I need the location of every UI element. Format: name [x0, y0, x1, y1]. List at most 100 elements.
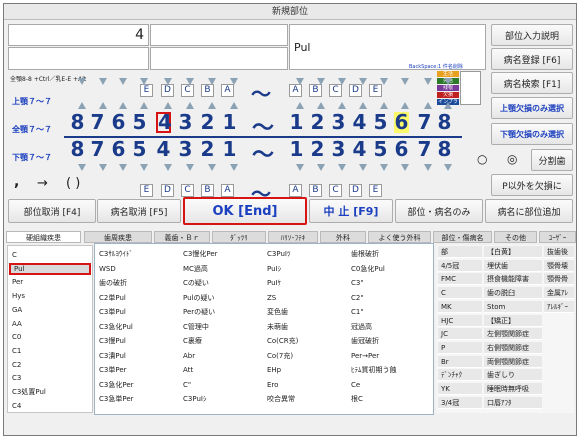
baby-lower-right-A[interactable]: A [221, 184, 234, 197]
right_col3-item[interactable]: ｱﾚﾙｷﾞｰ [544, 300, 574, 313]
grid-cell[interactable]: C" [183, 380, 191, 391]
baby-upper-right-C[interactable]: C [181, 84, 194, 97]
right_col2-item[interactable]: Stom [484, 300, 542, 313]
right_col2-item[interactable]: 【矯正】 [484, 314, 542, 327]
grid-cell[interactable]: 冠過高 [351, 322, 372, 333]
grid-cell[interactable]: EHp [267, 365, 281, 376]
tab-9[interactable]: ﾕｰｻﾞｰ [539, 231, 576, 243]
grid-cell[interactable]: Att [183, 365, 193, 376]
right_col3-item[interactable]: 金属ｱﾚ [544, 287, 574, 300]
perm-lower-left-2[interactable]: 2 [310, 139, 325, 160]
baby-lower-right-E[interactable]: E [140, 184, 153, 197]
right_col1-item[interactable]: 4/5冠 [438, 259, 482, 272]
list-item[interactable]: AA [9, 318, 91, 330]
list-item[interactable]: C1 [9, 345, 91, 357]
grid-cell[interactable]: Perの疑い [183, 307, 215, 318]
grid-cell[interactable]: C3慢化Per [183, 249, 218, 260]
perm-lower-right-2[interactable]: 2 [200, 139, 215, 160]
grid-cell[interactable]: ﾋﾃﾑ質初期う蝕 [351, 365, 397, 376]
right_col1-item[interactable]: HJC [438, 314, 482, 327]
right_col2-item[interactable]: 両側顎関節症 [484, 355, 542, 368]
grid-cell[interactable]: C3PuIｼ [183, 394, 206, 405]
list-item[interactable]: C [9, 249, 91, 261]
perm-lower-left-7[interactable]: 7 [417, 139, 432, 160]
grid-cell[interactable]: WSD [99, 264, 116, 275]
grid-cell[interactable]: C3ｻﾙﾖｳｲﾄﾞ [99, 249, 133, 260]
tab-4[interactable]: ﾊﾘｿ･ﾌﾃｷ [268, 231, 318, 243]
baby-upper-right-E[interactable]: E [140, 84, 153, 97]
baby-upper-left-D[interactable]: D [349, 84, 362, 97]
add-part-button[interactable]: 病名に部位追加 [485, 199, 573, 223]
tab-6[interactable]: よく使う外科 [368, 231, 431, 243]
perm-upper-right-3[interactable]: 3 [178, 112, 193, 133]
perm-lower-right-5[interactable]: 5 [132, 139, 147, 160]
grid-cell[interactable]: MC過高 [183, 264, 208, 275]
tab-2[interactable]: 義歯・Ｂｒ [154, 231, 210, 243]
baby-upper-left-E[interactable]: E [369, 84, 382, 97]
perm-lower-right-8[interactable]: 8 [70, 139, 85, 160]
right_col3-item[interactable]: 顎骨壊 [544, 259, 574, 272]
perm-upper-left-2[interactable]: 2 [310, 112, 325, 133]
perm-upper-left-8[interactable]: 8 [437, 112, 452, 133]
perm-upper-right-6[interactable]: 6 [111, 112, 126, 133]
perm-upper-left-5[interactable]: 5 [373, 112, 388, 133]
right_col2-item[interactable]: 歯ぎしり [484, 369, 542, 382]
baby-lower-left-C[interactable]: C [329, 184, 342, 197]
perm-lower-right-6[interactable]: 6 [111, 139, 126, 160]
grid-cell[interactable]: C2単Pul [99, 293, 126, 304]
right_col3-item[interactable]: 顎骨骨 [544, 273, 574, 286]
grid-cell[interactable]: C0急化Pul [351, 264, 385, 275]
grid-cell[interactable]: Ero [267, 380, 278, 391]
right_col2-item[interactable]: 口唇ｱﾌﾀ [484, 396, 542, 409]
grid-cell[interactable]: C3潰Pul [99, 351, 126, 362]
right_col2-item[interactable]: 歯の脱臼 [484, 287, 542, 300]
perm-upper-left-1[interactable]: 1 [289, 112, 304, 133]
grid-cell[interactable]: Co(7充) [267, 351, 293, 362]
tab-5[interactable]: 外科 [320, 231, 366, 243]
perm-lower-right-3[interactable]: 3 [178, 139, 193, 160]
right_col1-item[interactable]: 部 [438, 246, 482, 258]
list-item[interactable]: C3処置Pul [9, 386, 91, 398]
baby-upper-right-A[interactable]: A [221, 84, 234, 97]
grid-cell[interactable]: PuIｼ [267, 264, 281, 275]
grid-cell[interactable]: ZS [267, 293, 276, 304]
grid-cell[interactable]: Co(CR充) [267, 336, 298, 347]
perm-upper-left-7[interactable]: 7 [417, 112, 432, 133]
grid-cell[interactable]: C3急化Per [99, 380, 134, 391]
perm-upper-right-2[interactable]: 2 [200, 112, 215, 133]
baby-upper-left-B[interactable]: B [309, 84, 322, 97]
right_col1-item[interactable]: ﾃﾞﾝﾁｬｸ [438, 369, 482, 382]
baby-lower-left-D[interactable]: D [349, 184, 362, 197]
disease-cancel-button[interactable]: 病名取消 [F5] [97, 199, 181, 223]
perm-lower-right-7[interactable]: 7 [90, 139, 105, 160]
perm-upper-right-7[interactable]: 7 [90, 112, 105, 133]
perm-upper-left-6[interactable]: 6 [394, 112, 409, 133]
right_col1-item[interactable]: YK [438, 383, 482, 395]
grid-cell[interactable]: C管理中 [183, 322, 209, 333]
right_col2-item[interactable]: 【白黄】 [484, 246, 542, 258]
grid-cell[interactable]: 根C [351, 394, 363, 405]
part-cancel-button[interactable]: 部位取消 [F4] [8, 199, 96, 223]
grid-cell[interactable]: Pulの疑い [183, 293, 214, 304]
list-item[interactable]: Pul [9, 262, 91, 275]
perm-lower-left-3[interactable]: 3 [331, 139, 346, 160]
baby-upper-left-A[interactable]: A [289, 84, 302, 97]
grid-cell[interactable]: 歯根破折 [351, 249, 379, 260]
perm-lower-left-8[interactable]: 8 [437, 139, 452, 160]
grid-cell[interactable]: Abr [183, 351, 195, 362]
grid-cell[interactable]: C3単Per [99, 365, 127, 376]
perm-lower-left-4[interactable]: 4 [352, 139, 367, 160]
perm-upper-right-4[interactable]: 4 [156, 112, 172, 133]
right_col1-item[interactable]: MK [438, 300, 482, 313]
right_col2-item[interactable]: 右側顎関節症 [484, 341, 542, 354]
baby-upper-right-B[interactable]: B [201, 84, 214, 97]
right_col1-item[interactable]: 3/4冠 [438, 396, 482, 409]
baby-lower-left-A[interactable]: A [289, 184, 302, 197]
list-item[interactable]: C4 [9, 400, 91, 412]
perm-lower-right-1[interactable]: 1 [222, 139, 237, 160]
right_col2-item[interactable]: 左側顎関節症 [484, 328, 542, 341]
grid-cell[interactable]: PuIｹ [267, 278, 281, 289]
perm-upper-right-8[interactable]: 8 [70, 112, 85, 133]
right_col2-item[interactable]: 摂食機能障害 [484, 273, 542, 286]
tab-3[interactable]: ﾀﾞｯﾂﾘ [212, 231, 266, 243]
